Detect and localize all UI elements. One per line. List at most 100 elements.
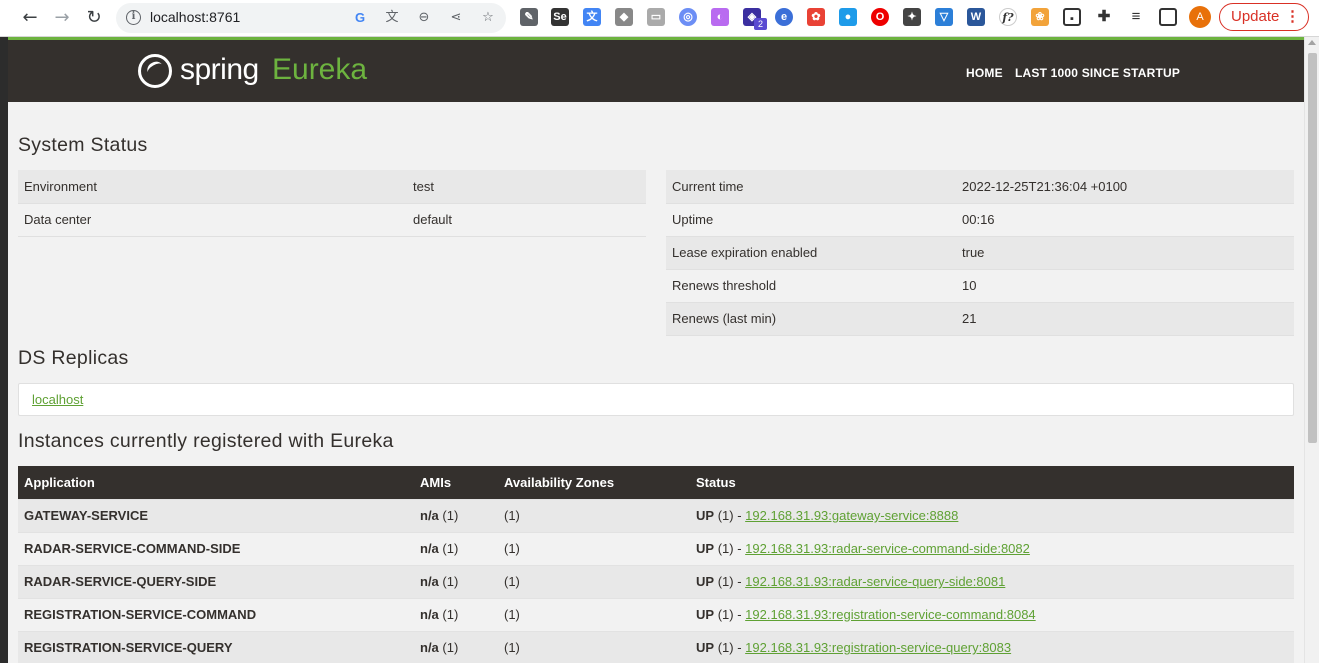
status-count: (1) - <box>717 607 742 622</box>
system-status-left-table: Environment test Data center default <box>18 170 646 237</box>
reload-icon[interactable]: ↻ <box>84 8 104 28</box>
status-label: Renews (last min) <box>666 302 956 336</box>
application-name: RADAR-SERVICE-QUERY-SIDE <box>18 564 414 598</box>
table-row: Environment test <box>18 170 646 204</box>
function-extension-icon[interactable]: f? <box>999 8 1017 26</box>
instance-link[interactable]: 192.168.31.93:radar-service-query-side:8… <box>745 574 1005 589</box>
status-label: Data center <box>18 203 407 237</box>
status-value: UP <box>696 508 715 523</box>
address-bar[interactable]: i localhost:8761 G 文 ⊖ ⋖ ☆ <box>116 3 506 33</box>
zoom-icon[interactable]: ⊖ <box>416 10 432 26</box>
table-row: Current time 2022-12-25T21:36:04 +0100 <box>666 170 1294 204</box>
status-count: (1) - <box>717 541 742 556</box>
menu-kebab-icon: ⋮ <box>1285 8 1300 25</box>
update-button[interactable]: Update ⋮ <box>1219 3 1309 31</box>
feather-extension-icon[interactable]: ✦ <box>903 8 921 26</box>
table-row: Uptime 00:16 <box>666 203 1294 237</box>
ami-count: (1) <box>442 574 459 589</box>
logo-spring-text: spring <box>180 53 259 86</box>
edge-extension-icon[interactable]: e <box>775 8 793 26</box>
table-row: RADAR-SERVICE-COMMAND-SIDE n/a (1) (1) U… <box>18 531 1294 565</box>
ami-count: (1) <box>442 640 459 656</box>
share-icon[interactable]: ⋖ <box>448 10 464 26</box>
table-row: Lease expiration enabled true <box>666 236 1294 270</box>
status-value: 2022-12-25T21:36:04 +0100 <box>956 170 1294 204</box>
table-row: Data center default <box>18 203 646 237</box>
status-value: test <box>407 170 646 204</box>
shield-extension-icon[interactable]: ▽ <box>935 8 953 26</box>
update-button-label: Update <box>1231 8 1280 25</box>
ami-value: n/a <box>420 640 439 656</box>
translate-icon[interactable]: 文 <box>384 10 400 26</box>
status-label: Lease expiration enabled <box>666 236 956 270</box>
status-cell: UP (1) - 192.168.31.93:registration-serv… <box>690 630 1294 663</box>
amis-cell: n/a (1) <box>414 564 498 598</box>
zones-cell: (1) <box>498 498 690 532</box>
desktop-edge <box>0 37 8 663</box>
application-name: REGISTRATION-SERVICE-COMMAND <box>18 597 414 631</box>
cookie-extension-icon[interactable]: ❀ <box>1031 8 1049 26</box>
site-info-icon[interactable]: i <box>126 10 141 25</box>
colorpicker-extension-icon[interactable]: ✿ <box>807 8 825 26</box>
logo-eureka-text: Eureka <box>272 53 368 86</box>
instance-link[interactable]: 192.168.31.93:gateway-service:8888 <box>745 508 958 523</box>
status-label: Current time <box>666 170 956 204</box>
nav-home-link[interactable]: HOME <box>966 66 1003 80</box>
system-status-right-table: Current time 2022-12-25T21:36:04 +0100 U… <box>666 170 1294 336</box>
drop-extension-icon[interactable]: ● <box>839 8 857 26</box>
opera-extension-icon[interactable]: O <box>871 8 889 26</box>
system-status-heading: System Status <box>18 134 148 156</box>
status-cell: UP (1) - 192.168.31.93:radar-service-que… <box>690 564 1294 598</box>
vertical-scrollbar[interactable] <box>1304 37 1319 663</box>
instance-link[interactable]: 192.168.31.93:registration-service-query… <box>745 640 1011 655</box>
table-row: REGISTRATION-SERVICE-QUERY n/a (1) (1) U… <box>18 630 1294 663</box>
instances-table: Application AMIs Availability Zones Stat… <box>18 466 1294 663</box>
translate-extension-icon[interactable]: 文 <box>583 8 601 26</box>
back-arrow-icon[interactable]: ← <box>20 8 40 28</box>
forward-arrow-icon[interactable]: → <box>52 8 72 28</box>
status-count: (1) - <box>717 508 742 523</box>
extension-badge: 2 <box>754 18 767 30</box>
picture-in-picture-icon[interactable]: ▪ <box>1063 8 1081 26</box>
status-cell: UP (1) - 192.168.31.93:radar-service-com… <box>690 531 1294 565</box>
table-row: Renews (last min) 21 <box>666 302 1294 336</box>
zones-cell: (1) <box>498 630 690 663</box>
instances-heading: Instances currently registered with Eure… <box>18 430 394 452</box>
zones-cell: (1) <box>498 597 690 631</box>
eyedropper-extension-icon[interactable]: ✎ <box>520 8 538 26</box>
ds-replicas-box: localhost <box>18 383 1294 416</box>
ami-count: (1) <box>442 508 459 523</box>
amis-cell: n/a (1) <box>414 498 498 532</box>
instance-link[interactable]: 192.168.31.93:registration-service-comma… <box>745 607 1036 622</box>
scroll-up-arrow-icon[interactable] <box>1308 40 1316 45</box>
profile-avatar[interactable]: A <box>1189 6 1211 28</box>
status-cell: UP (1) - 192.168.31.93:registration-serv… <box>690 597 1294 631</box>
selenium-extension-icon[interactable]: Se <box>551 8 569 26</box>
status-count: (1) - <box>717 640 742 656</box>
status-label: Renews threshold <box>666 269 956 303</box>
ami-count: (1) <box>442 607 459 622</box>
ami-count: (1) <box>442 541 459 556</box>
address-bar-url[interactable]: localhost:8761 <box>150 9 240 25</box>
table-row: Renews threshold 10 <box>666 269 1294 303</box>
side-panel-icon[interactable] <box>1159 8 1177 26</box>
word-extension-icon[interactable]: W <box>967 8 985 26</box>
media-control-icon[interactable]: ≡ <box>1127 8 1145 26</box>
status-value: 10 <box>956 269 1294 303</box>
tab-extension-icon[interactable]: ▭ <box>647 8 665 26</box>
amis-cell: n/a (1) <box>414 630 498 663</box>
amis-cell: n/a (1) <box>414 597 498 631</box>
palette-extension-icon[interactable]: ◐ <box>711 8 729 26</box>
nav-last-1000-link[interactable]: LAST 1000 SINCE STARTUP <box>1015 66 1180 80</box>
table-row: REGISTRATION-SERVICE-COMMAND n/a (1) (1)… <box>18 597 1294 631</box>
scrollbar-thumb[interactable] <box>1308 53 1317 443</box>
puzzle-extension-icon[interactable]: ◆ <box>615 8 633 26</box>
google-icon[interactable]: G <box>352 10 368 26</box>
replica-link[interactable]: localhost <box>32 392 83 407</box>
search-extension-icon[interactable]: ◎ <box>679 8 697 26</box>
instance-link[interactable]: 192.168.31.93:radar-service-command-side… <box>745 541 1030 556</box>
bookmark-star-icon[interactable]: ☆ <box>480 10 496 26</box>
ami-value: n/a <box>420 574 439 589</box>
extensions-puzzle-icon[interactable]: ✚ <box>1095 8 1113 26</box>
eureka-header: spring Eureka HOME LAST 1000 SINCE START… <box>8 40 1304 102</box>
